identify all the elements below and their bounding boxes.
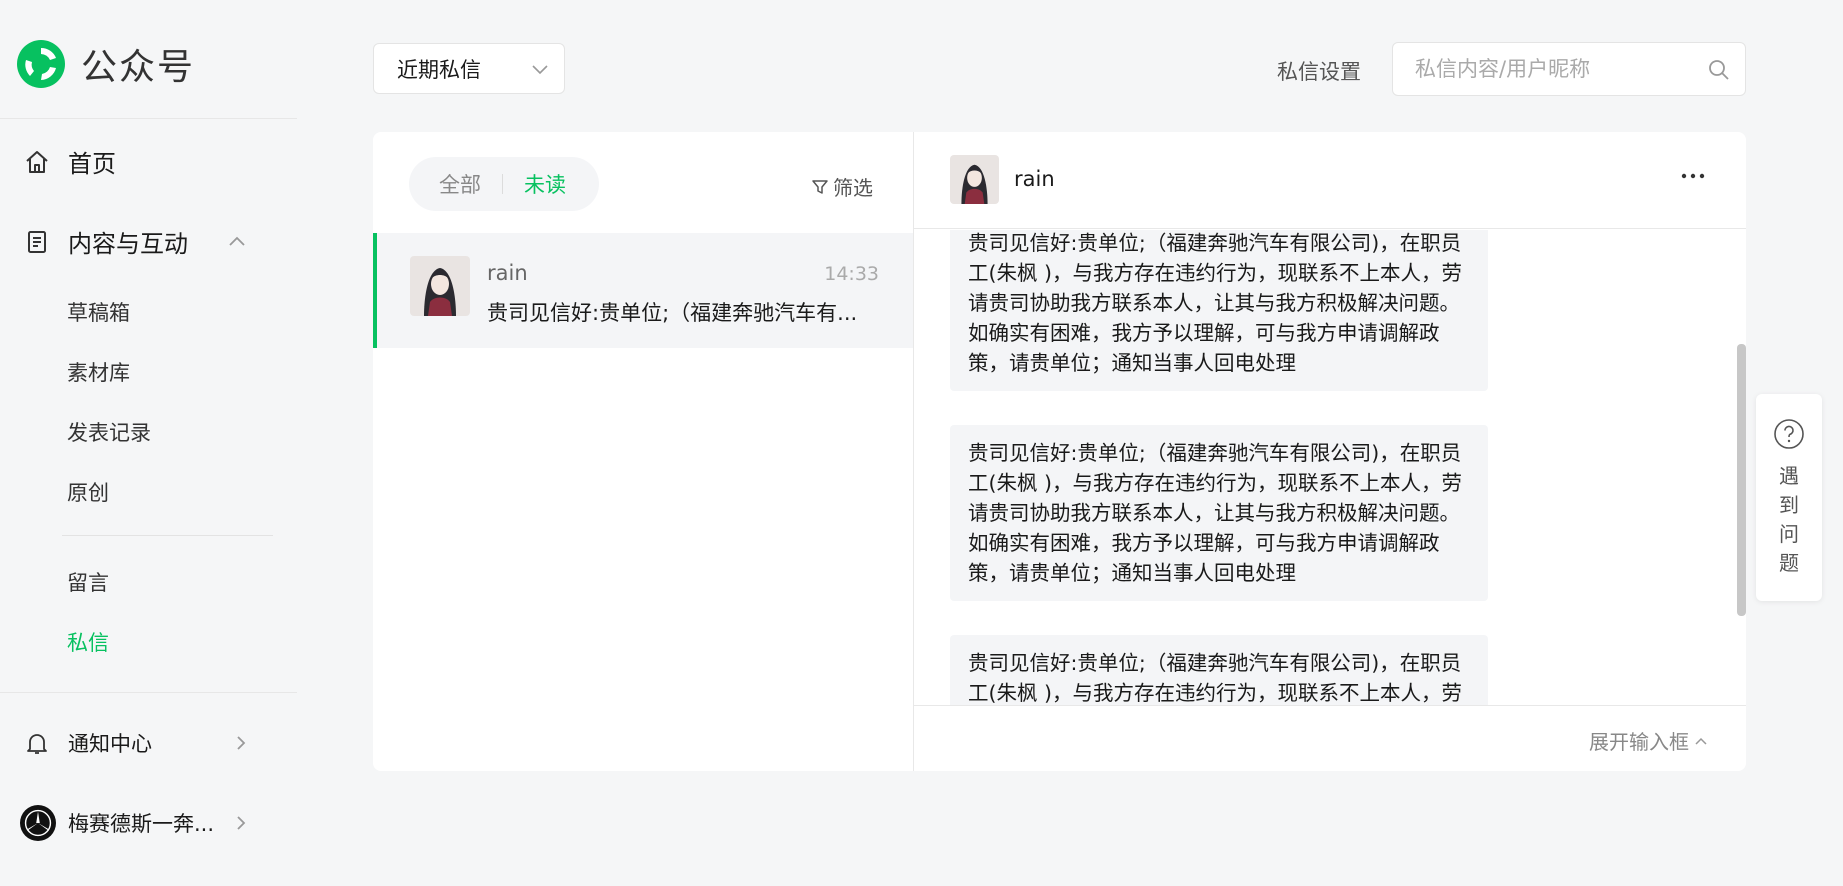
help-label: 遇到问题 [1779,464,1799,575]
chevron-right-icon [237,736,246,750]
document-icon [28,230,46,253]
message-bubble: 贵司见信好:贵单位;（福建奔驰汽车有限公司)，在职员工(朱枫 )，与我方存在违约… [950,635,1488,706]
chat-window: rain 贵司见信好:贵单位;（福建奔驰汽车有限公司)，在职员工(朱枫 )，与我… [914,132,1746,771]
sidebar-divider [0,692,297,693]
message-thread[interactable]: 贵司见信好:贵单位;（福建奔驰汽车有限公司)，在职员工(朱枫 )，与我方存在违约… [914,230,1746,706]
conversation-time: 14:33 [824,263,879,285]
sidebar-item-drafts[interactable]: 草稿箱 [67,297,130,327]
filter-label: 筛选 [833,176,873,200]
conversation-preview: 贵司见信好:贵单位;（福建奔驰汽车有... [487,301,858,325]
bell-icon [27,734,47,754]
select-value: 近期私信 [397,57,481,82]
sidebar-item-notifications[interactable]: 通知中心 [20,728,250,758]
tab-all[interactable]: 全部 [439,169,481,199]
user-avatar-icon [950,155,999,204]
chevron-up-icon [1695,737,1707,745]
home-icon [26,150,48,173]
user-avatar-icon [410,256,470,316]
help-widget[interactable]: 遇到问题 [1756,394,1822,601]
more-options-icon[interactable] [1680,170,1706,182]
sidebar-item-messages[interactable]: 私信 [67,627,109,657]
avatar[interactable] [950,155,999,204]
message-settings-link[interactable]: 私信设置 [1277,56,1361,86]
expand-input-button[interactable]: 展开输入框 [1589,726,1708,755]
conversation-name: rain [487,261,528,285]
account-switcher[interactable]: 梅赛德斯一奔... [20,805,250,841]
logo[interactable]: 公众号 [15,38,195,90]
sidebar-item-comments[interactable]: 留言 [67,567,109,597]
filter-icon [812,179,828,194]
sidebar-divider [0,118,297,119]
scrollbar[interactable] [1737,344,1746,616]
sidebar-item-original[interactable]: 原创 [67,477,109,507]
account-name: 梅赛德斯一奔... [68,812,215,836]
app-name: 公众号 [81,47,196,88]
filter-button[interactable]: 筛选 [811,172,873,201]
mercedes-logo-icon [24,809,52,837]
question-icon [1774,419,1804,449]
tab-separator [502,174,503,194]
chevron-up-icon[interactable] [226,230,248,252]
chevron-right-icon [237,816,246,830]
sidebar-item-label: 首页 [68,150,116,178]
read-filter-tabs: 全部 未读 [409,157,599,211]
sidebar-item-home[interactable]: 首页 [24,144,116,179]
message-bubble: 贵司见信好:贵单位;（福建奔驰汽车有限公司)，在职员工(朱枫 )，与我方存在违约… [950,230,1488,391]
message-bubble: 贵司见信好:贵单位;（福建奔驰汽车有限公司)，在职员工(朱枫 )，与我方存在违约… [950,425,1488,601]
list-item[interactable]: rain 14:33 贵司见信好:贵单位;（福建奔驰汽车有... [373,233,913,348]
sidebar-item-label: 内容与互动 [68,230,188,258]
wechat-official-logo-icon [17,40,65,88]
search-icon[interactable] [1707,58,1731,82]
sidebar: 公众号 首页 内容与互动 草稿箱 素材库 发表记录 原创 留言 私信 通知中心 … [0,0,297,886]
sidebar-sub-divider [62,535,273,536]
tab-unread[interactable]: 未读 [524,169,566,199]
messages-panel: 全部 未读 筛选 rain 14:33 贵司见信好:贵单位;（福建奔驰汽车有..… [373,132,1746,771]
search-box [1392,42,1746,96]
avatar [20,805,56,841]
conversation-list: 全部 未读 筛选 rain 14:33 贵司见信好:贵单位;（福建奔驰汽车有..… [373,132,914,771]
sidebar-item-label: 通知中心 [68,732,152,756]
chat-footer: 展开输入框 [914,705,1746,771]
sidebar-item-materials[interactable]: 素材库 [67,357,130,387]
sidebar-item-content[interactable]: 内容与互动 [24,224,188,259]
message-range-select[interactable]: 近期私信 [373,43,565,94]
avatar [410,256,470,316]
sidebar-item-publish-records[interactable]: 发表记录 [67,417,151,447]
expand-label: 展开输入框 [1589,730,1689,754]
chat-header: rain [914,132,1746,229]
search-input[interactable] [1415,55,1695,83]
chat-user-name: rain [1014,167,1055,191]
chevron-down-icon [532,65,548,75]
